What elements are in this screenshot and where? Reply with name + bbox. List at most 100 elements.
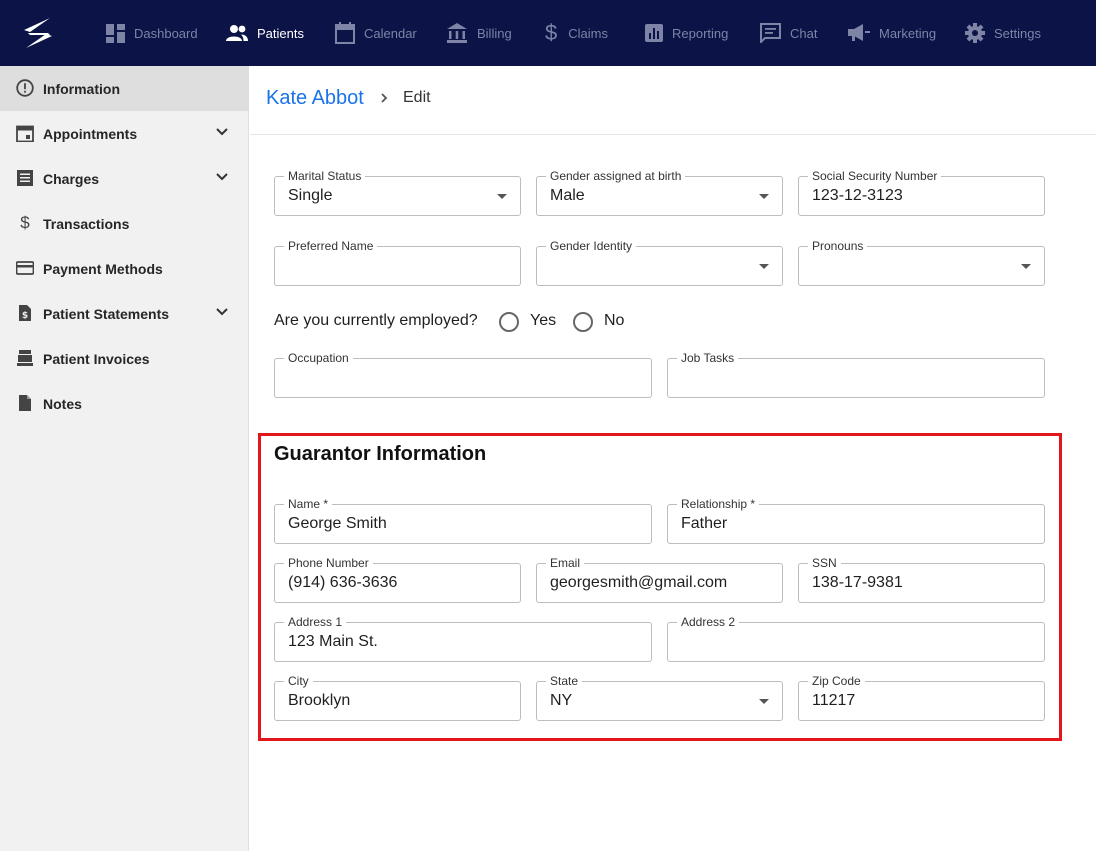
nav-calendar[interactable]: Calendar [335,20,417,46]
sidebar-item-notes[interactable]: Notes [0,381,249,426]
guarantor-state-select[interactable]: State NY [536,673,783,721]
sidebar-item-label: Notes [43,395,82,412]
reporting-icon [645,24,663,42]
dashboard-icon [106,23,125,43]
sidebar-item-information[interactable]: Information [0,66,249,111]
nav-label: Claims [568,25,608,41]
dollar-icon: $ [20,213,30,232]
field-value: georgesmith@gmail.com [550,574,728,591]
nav-chat[interactable]: Chat [760,20,817,46]
dropdown-arrow-icon [759,699,769,704]
preferred-name-field[interactable]: Preferred Name [274,238,521,286]
field-label: Address 2 [677,614,740,630]
list-icon [17,170,33,186]
breadcrumb-current: Edit [403,89,431,106]
field-value: 11217 [812,692,856,709]
guarantor-ssn-field[interactable]: SSN 138-17-9381 [798,555,1045,603]
field-value: (914) 636-3636 [288,574,398,591]
credit-card-icon [16,261,34,275]
field-label: Email [546,555,585,571]
field-label: Zip Code [808,673,865,689]
nav-label: Reporting [672,25,729,41]
guarantor-zip-field[interactable]: Zip Code 11217 [798,673,1045,721]
sidebar-item-transactions[interactable]: $ Transactions [0,201,249,246]
employed-no-label[interactable]: No [604,312,624,330]
field-value: George Smith [288,515,387,532]
field-label: Marital Status [284,168,366,184]
nav-settings[interactable]: Settings [965,20,1041,46]
chevron-right-icon [381,93,388,103]
nav-dashboard[interactable]: Dashboard [106,20,198,46]
sidebar-item-patient-statements[interactable]: $ Patient Statements [0,291,249,336]
job-tasks-field[interactable]: Job Tasks [667,350,1045,398]
field-value: Father [681,515,728,532]
app-logo-icon[interactable] [20,16,56,50]
field-label: Relationship * [677,496,760,512]
guarantor-address2-field[interactable]: Address 2 [667,614,1045,662]
sidebar-item-label: Patient Invoices [43,350,150,367]
nav-marketing[interactable]: Marketing [848,20,936,46]
guarantor-section-title: Guarantor Information [274,443,487,465]
sidebar-item-appointments[interactable]: Appointments [0,111,249,156]
statement-icon: $ [19,305,31,321]
dollar-icon: $ [545,20,558,45]
employed-no-radio[interactable] [573,312,593,332]
calendar-icon [335,22,355,44]
gear-icon [965,23,985,43]
field-label: Preferred Name [284,238,378,254]
field-label: Gender Identity [546,238,637,254]
sidebar: Information Appointments Charges $ Trans… [0,66,249,851]
field-label: Occupation [284,350,353,366]
patients-icon [226,25,248,41]
field-label: Phone Number [284,555,373,571]
breadcrumb-patient-link[interactable]: Kate Abbot [266,87,364,110]
dropdown-arrow-icon [1021,264,1031,269]
pronouns-select[interactable]: Pronouns [798,238,1045,286]
guarantor-phone-field[interactable]: Phone Number (914) 636-3636 [274,555,521,603]
sidebar-item-label: Information [43,80,120,97]
guarantor-address1-field[interactable]: Address 1 123 Main St. [274,614,652,662]
nav-billing[interactable]: Billing [446,20,512,46]
document-icon [19,395,31,411]
field-value: Male [550,187,585,204]
ssn-field[interactable]: Social Security Number 123-12-3123 [798,168,1045,216]
dropdown-arrow-icon [497,194,507,199]
gender-birth-select[interactable]: Gender assigned at birth Male [536,168,783,216]
nav-label: Billing [477,25,512,41]
nav-label: Patients [257,25,304,41]
chevron-down-icon[interactable] [215,172,229,182]
chevron-down-icon[interactable] [215,127,229,137]
field-value: 123 Main St. [288,633,378,650]
nav-reporting[interactable]: Reporting [645,20,728,46]
sidebar-item-label: Payment Methods [43,260,163,277]
employed-yes-label[interactable]: Yes [530,312,556,330]
employed-yes-radio[interactable] [499,312,519,332]
chevron-down-icon[interactable] [215,307,229,317]
nav-label: Dashboard [134,25,198,41]
guarantor-name-field[interactable]: Name * George Smith [274,496,652,544]
guarantor-relationship-field[interactable]: Relationship * Father [667,496,1045,544]
field-value: Single [288,187,333,204]
sidebar-item-patient-invoices[interactable]: Patient Invoices [0,336,249,381]
sidebar-item-label: Appointments [43,125,138,142]
field-label: Pronouns [808,238,868,254]
occupation-field[interactable]: Occupation [274,350,652,398]
nav-patients[interactable]: Patients [226,20,304,46]
nav-label: Settings [994,25,1041,41]
marital-status-select[interactable]: Marital Status Single [274,168,521,216]
sidebar-item-label: Charges [43,170,100,187]
field-label: Gender assigned at birth [546,168,686,184]
field-value: Brooklyn [288,692,351,709]
sidebar-item-payment-methods[interactable]: Payment Methods [0,246,249,291]
guarantor-email-field[interactable]: Email georgesmith@gmail.com [536,555,783,603]
gender-identity-select[interactable]: Gender Identity [536,238,783,286]
guarantor-city-field[interactable]: City Brooklyn [274,673,521,721]
field-label: Social Security Number [808,168,942,184]
sidebar-item-charges[interactable]: Charges [0,156,249,201]
nav-label: Calendar [364,25,417,41]
sidebar-item-label: Patient Statements [43,305,170,322]
employed-question: Are you currently employed? [274,312,478,329]
nav-claims[interactable]: $ Claims [545,20,608,46]
field-label: Address 1 [284,614,347,630]
svg-text:$: $ [22,311,28,321]
